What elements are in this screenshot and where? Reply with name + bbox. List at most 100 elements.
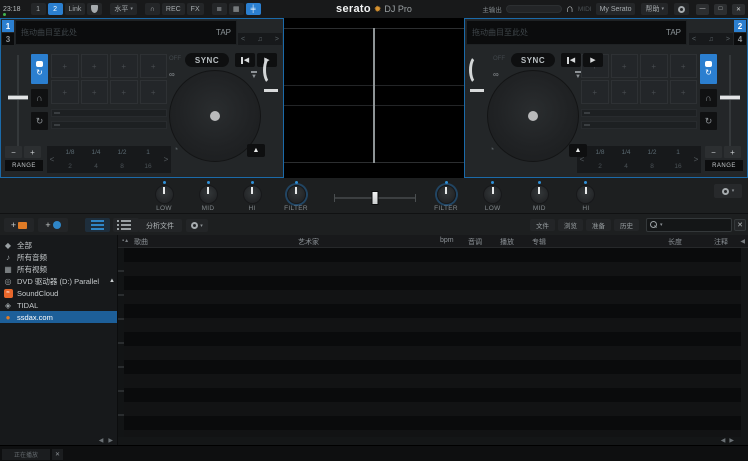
- column-album[interactable]: 专辑: [532, 237, 546, 247]
- settings-button[interactable]: [674, 3, 689, 15]
- loop-size[interactable]: 1/4: [83, 146, 109, 160]
- hotcue-mode-button[interactable]: ↻: [700, 54, 717, 84]
- column-bpm[interactable]: bpm: [440, 237, 454, 244]
- loop-size[interactable]: 1/2: [109, 146, 135, 160]
- library-view-toggle[interactable]: [85, 218, 110, 232]
- loop-size[interactable]: 1/8: [57, 146, 83, 160]
- my-serato-button[interactable]: My Serato: [596, 3, 636, 15]
- hotcue-mode-button[interactable]: ↻: [31, 54, 48, 84]
- pad-5[interactable]: +: [51, 80, 79, 104]
- range-plus-button[interactable]: +: [24, 146, 41, 158]
- tempo-slider-arc[interactable]: [469, 55, 485, 85]
- range-plus-button[interactable]: +: [724, 146, 741, 158]
- pad-2[interactable]: +: [611, 54, 639, 78]
- browse-panel-button[interactable]: 浏览: [558, 219, 583, 231]
- loop-size[interactable]: 16: [665, 160, 691, 174]
- pad-4[interactable]: +: [140, 54, 168, 78]
- mixer-panel-button[interactable]: ╪: [246, 3, 261, 15]
- scroll-right-icon[interactable]: ▶: [729, 438, 734, 444]
- loop-size[interactable]: 2: [57, 160, 83, 174]
- pad-8[interactable]: +: [140, 80, 168, 104]
- add-smart-crate-button[interactable]: +: [38, 218, 68, 232]
- hi-knob[interactable]: [576, 185, 595, 204]
- crossfader-handle[interactable]: [372, 191, 379, 205]
- sidebar-item-all[interactable]: ◆ 全部: [0, 239, 117, 251]
- library-horizontal-scrollbar[interactable]: ◀ ▶: [118, 437, 748, 445]
- column-key[interactable]: 音调: [468, 237, 482, 247]
- play-button[interactable]: ▶: [583, 53, 603, 67]
- pad-3[interactable]: +: [640, 54, 668, 78]
- column-plays[interactable]: 播放: [500, 237, 514, 247]
- sidebar-item-all-video[interactable]: ▦ 所有视频: [0, 263, 117, 275]
- loop-double-button[interactable]: >: [161, 146, 171, 173]
- loop-halve-button[interactable]: <: [47, 146, 57, 173]
- pad-1[interactable]: +: [51, 54, 79, 78]
- deck-3-tab[interactable]: 3: [2, 33, 14, 45]
- eject-button[interactable]: ▲: [247, 144, 265, 157]
- loop-slot[interactable]: [581, 109, 697, 117]
- headphone-cue-button[interactable]: ∩: [145, 3, 160, 15]
- key-down-button[interactable]: <: [692, 36, 696, 43]
- headphone-monitor-button[interactable]: ∩: [700, 89, 717, 107]
- files-panel-button[interactable]: 文件: [530, 219, 555, 231]
- sampler-panel-button[interactable]: ▦: [229, 3, 244, 15]
- tempo-slider-handle[interactable]: [470, 89, 484, 92]
- track-status-column-icon[interactable]: ▪▴: [122, 237, 129, 244]
- loop-size[interactable]: 4: [83, 160, 109, 174]
- jog-wheel[interactable]: [487, 70, 579, 162]
- pad-6[interactable]: +: [81, 80, 109, 104]
- loop-size[interactable]: 1: [665, 146, 691, 160]
- track-title-bar[interactable]: 拖动曲目至此处 TAP: [466, 20, 687, 45]
- display-mode-dropdown[interactable]: 水平 ▾: [110, 3, 137, 15]
- prepare-panel-button[interactable]: 准备: [586, 219, 611, 231]
- keylock-link-icon[interactable]: ∞: [493, 71, 499, 79]
- column-song[interactable]: 歌曲: [134, 237, 148, 247]
- filter-knob[interactable]: [287, 185, 306, 204]
- loop-size[interactable]: 8: [109, 160, 135, 174]
- sidebar-item-soundcloud[interactable]: ≈ SoundCloud: [0, 287, 117, 299]
- loop-mode-button[interactable]: ↻: [31, 112, 48, 130]
- mixer-settings-dropdown[interactable]: ▾: [714, 184, 742, 198]
- sync-off-button[interactable]: OFF: [169, 56, 181, 62]
- low-knob[interactable]: [483, 185, 502, 204]
- track-title-bar[interactable]: 拖动曲目至此处 TAP: [15, 20, 237, 45]
- search-clear-button[interactable]: ✕: [734, 219, 746, 231]
- pad-7[interactable]: +: [110, 80, 138, 104]
- loop-slot[interactable]: [581, 121, 697, 129]
- range-minus-button[interactable]: −: [705, 146, 722, 158]
- status-tab-close-button[interactable]: ✕: [52, 449, 63, 460]
- filter-knob[interactable]: [437, 185, 456, 204]
- sidebar-item-all-audio[interactable]: ♪ 所有音频: [0, 251, 117, 263]
- funnel-icon[interactable]: ▼: [575, 71, 581, 80]
- headphone-monitor-button[interactable]: ∩: [31, 89, 48, 107]
- channel-volume-fader[interactable]: [719, 53, 741, 157]
- pad-4[interactable]: +: [670, 54, 698, 78]
- playback-time-icon[interactable]: ◔: [173, 145, 178, 154]
- scroll-right-icon[interactable]: ▶: [108, 437, 113, 444]
- tempo-slider-arc[interactable]: [263, 55, 279, 85]
- loop-size[interactable]: 2: [587, 160, 613, 174]
- keylock-link-icon[interactable]: ∞: [169, 71, 175, 79]
- sidebar-item-tidal[interactable]: ◈ TIDAL: [0, 299, 117, 311]
- search-input[interactable]: [665, 222, 728, 229]
- loop-mode-button[interactable]: ↻: [700, 112, 717, 130]
- pad-6[interactable]: +: [611, 80, 639, 104]
- column-comment[interactable]: 注释: [714, 237, 728, 247]
- library-right-scrollbar[interactable]: [741, 248, 748, 437]
- sync-off-button[interactable]: OFF: [493, 56, 505, 62]
- channel-volume-fader[interactable]: [7, 53, 29, 157]
- pad-3[interactable]: +: [110, 54, 138, 78]
- midi-label[interactable]: MIDI: [578, 6, 592, 13]
- history-panel-button[interactable]: 历史: [614, 219, 639, 231]
- fx-button[interactable]: FX: [187, 3, 204, 15]
- deck-count-1-button[interactable]: 1: [31, 3, 46, 15]
- sync-button[interactable]: SYNC: [511, 53, 555, 67]
- loop-slot[interactable]: [51, 109, 167, 117]
- fader-handle[interactable]: [8, 95, 28, 100]
- tap-tempo-button[interactable]: TAP: [216, 28, 231, 37]
- scroll-left-icon[interactable]: ◀: [721, 438, 726, 444]
- column-length[interactable]: 长度: [668, 237, 682, 247]
- tempo-slider-handle[interactable]: [264, 89, 278, 92]
- status-tab[interactable]: 正在播放: [2, 449, 50, 460]
- deck-1-tab[interactable]: 1: [2, 20, 14, 32]
